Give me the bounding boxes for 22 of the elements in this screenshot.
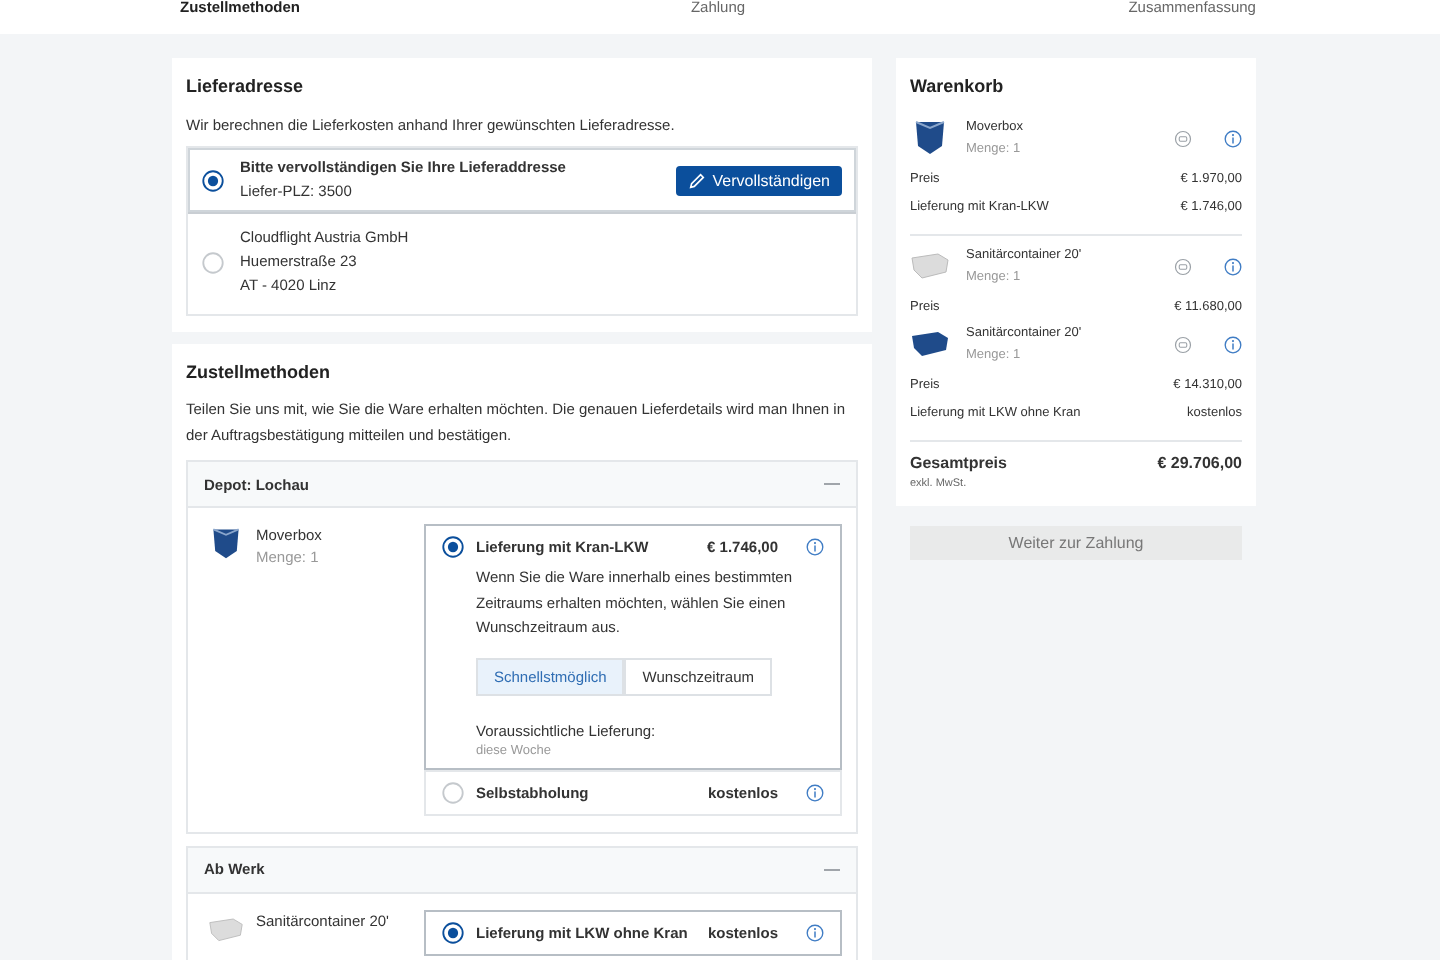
radio-button[interactable] [442, 921, 464, 943]
total-label: Gesamtpreis [910, 454, 1007, 472]
info-icon[interactable] [1224, 257, 1242, 275]
section-title: Warenkorb [910, 76, 1006, 96]
info-icon[interactable] [806, 538, 824, 556]
radio-button[interactable] [442, 536, 464, 558]
box-icon [910, 116, 950, 156]
view-icon[interactable] [1174, 129, 1192, 147]
info-icon[interactable] [806, 783, 824, 801]
view-icon[interactable] [1174, 335, 1192, 353]
info-icon[interactable] [1224, 129, 1242, 147]
total-value: € 29.706,00 [1157, 454, 1242, 472]
info-icon[interactable] [806, 923, 824, 941]
info-icon[interactable] [1224, 335, 1242, 353]
view-icon[interactable] [1174, 257, 1192, 275]
section-title: Lieferadresse [186, 76, 306, 96]
radio-button[interactable] [202, 169, 224, 191]
complete-button[interactable]: Vervollständigen [676, 165, 842, 195]
box-icon [208, 524, 244, 560]
shipping-option[interactable] [424, 524, 842, 769]
section-title: Zustellmethoden [186, 362, 333, 382]
pencil-icon [688, 171, 707, 189]
